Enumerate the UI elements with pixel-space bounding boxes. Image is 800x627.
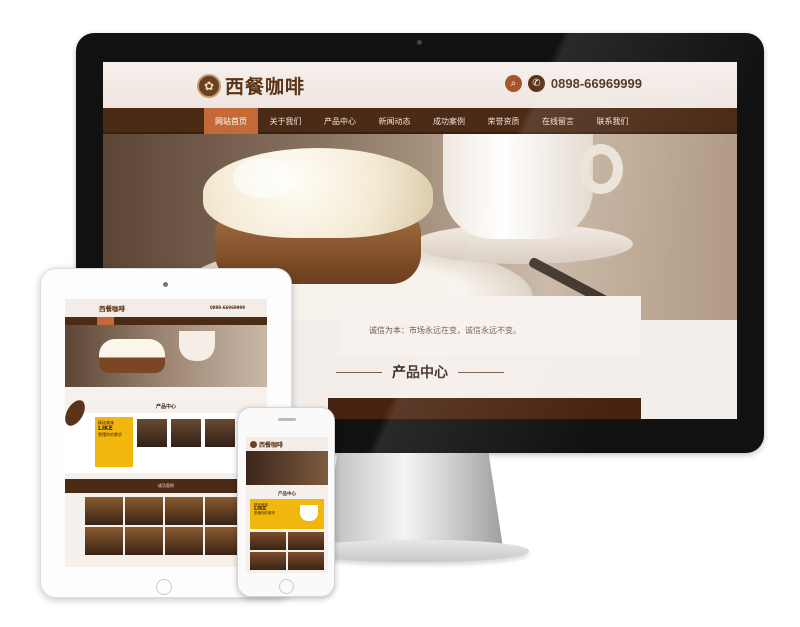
- tablet-case-thumb[interactable]: [165, 497, 203, 525]
- nav-products[interactable]: 产品中心: [313, 108, 367, 134]
- product-band: [328, 398, 641, 419]
- phone-product-thumb[interactable]: [288, 532, 324, 550]
- phone-promo-card[interactable]: 精选美味 LIKE 更懂你的需求: [250, 499, 324, 529]
- main-nav: 网站首页 关于我们 产品中心 新闻动态 成功案例 荣誉资质 在线留言 联系我们: [103, 108, 737, 134]
- tablet-product-thumb[interactable]: [205, 419, 235, 447]
- tablet-hero-cup: [179, 331, 215, 361]
- tablet-hero-banner: [65, 325, 267, 387]
- phone-icon: ✆: [527, 75, 545, 92]
- phone-promo-cup: [300, 505, 318, 521]
- tablet-case-thumb[interactable]: [125, 527, 163, 555]
- tablet-header: 西餐咖啡 0898-66969999: [65, 299, 267, 317]
- phone-speaker: [278, 418, 296, 421]
- phone-logo-icon: [250, 440, 257, 448]
- phone-device: 西餐咖啡 产品中心 精选美味 LIKE 更懂你的需求: [237, 407, 335, 597]
- tablet-nav-item[interactable]: [223, 317, 240, 325]
- search-icon[interactable]: ⌕: [504, 75, 522, 92]
- tablet-nav-item[interactable]: [205, 317, 222, 325]
- phone-promo-text: 精选美味 LIKE 更懂你的需求: [254, 503, 275, 515]
- logo-text: 西餐咖啡: [225, 76, 306, 98]
- monitor-stand-neck: [323, 453, 503, 548]
- phone-product-thumb[interactable]: [250, 532, 286, 550]
- tablet-quote-bar: [65, 387, 267, 403]
- tablet-home-button[interactable]: [156, 579, 172, 595]
- monitor-camera: [417, 40, 422, 45]
- phone-number: 0898-66969999: [550, 76, 642, 91]
- nav-news[interactable]: 新闻动态: [368, 108, 422, 134]
- phone-promo-sub: 更懂你的需求: [254, 511, 275, 515]
- tablet-case-thumb[interactable]: [85, 497, 123, 525]
- tablet-camera: [163, 282, 168, 287]
- phone-product-thumb[interactable]: [288, 552, 324, 570]
- tablet-nav-item[interactable]: [151, 317, 168, 325]
- phone-screen: 西餐咖啡 产品中心 精选美味 LIKE 更懂你的需求: [246, 437, 328, 573]
- tablet-nav-item[interactable]: [133, 317, 150, 325]
- tablet-phone-number: 0898-66969999: [209, 305, 245, 310]
- site-logo[interactable]: ✿ 西餐咖啡: [197, 72, 305, 99]
- hero-coffee-cup: [443, 134, 593, 239]
- nav-contact[interactable]: 联系我们: [586, 108, 640, 134]
- tablet-nav-home[interactable]: [97, 317, 114, 325]
- site-header: ✿ 西餐咖啡 ⌕ ✆ 0898-66969999: [103, 62, 737, 108]
- coffee-bean-logo-icon: ✿: [197, 73, 221, 98]
- phone-logo-text[interactable]: 西餐咖啡: [259, 440, 283, 449]
- tablet-nav: [65, 317, 267, 325]
- phone-home-button[interactable]: [279, 579, 294, 594]
- phone-product-grid: [246, 529, 328, 573]
- phone-hero-banner: [246, 451, 328, 485]
- nav-about[interactable]: 关于我们: [259, 108, 313, 134]
- header-contact: ⌕ ✆ 0898-66969999: [504, 75, 642, 92]
- slogan-text: 诚信为本：市场永远在变，诚信永远不变。: [369, 326, 521, 335]
- tablet-nav-item[interactable]: [169, 317, 186, 325]
- phone-section-title: 产品中心: [278, 492, 296, 497]
- tablet-case-thumb[interactable]: [125, 497, 163, 525]
- tablet-logo-text[interactable]: 西餐咖啡: [99, 303, 125, 313]
- monitor-stand-base: [303, 540, 529, 562]
- tablet-nav-item[interactable]: [115, 317, 132, 325]
- phone-product-thumb[interactable]: [250, 552, 286, 570]
- title-divider-left: [336, 371, 382, 373]
- nav-honors[interactable]: 荣誉资质: [477, 108, 531, 134]
- tablet-case-thumb[interactable]: [165, 527, 203, 555]
- hero-cup-handle: [579, 144, 623, 194]
- tablet-promo-sub: 更懂你的需求: [98, 432, 122, 437]
- nav-cases[interactable]: 成功案例: [422, 108, 476, 134]
- tablet-product-thumb[interactable]: [137, 419, 167, 447]
- tablet-hero-cake: [99, 339, 165, 373]
- tablet-case-thumb[interactable]: [85, 527, 123, 555]
- tablet-promo-card[interactable]: 精选美味 LIKE 更懂你的需求: [95, 417, 133, 467]
- tablet-section-title: 产品中心: [155, 404, 176, 410]
- tablet-nav-item[interactable]: [187, 317, 204, 325]
- tablet-product-thumb[interactable]: [171, 419, 201, 447]
- hero-cake-cream: [203, 148, 433, 238]
- section-title-text: 产品中心: [392, 365, 448, 381]
- nav-home[interactable]: 网站首页: [204, 108, 258, 134]
- tablet-promo-big: LIKE: [98, 425, 113, 432]
- nav-message[interactable]: 在线留言: [531, 108, 585, 134]
- title-divider-right: [458, 371, 504, 373]
- phone-header: 西餐咖啡: [246, 437, 328, 451]
